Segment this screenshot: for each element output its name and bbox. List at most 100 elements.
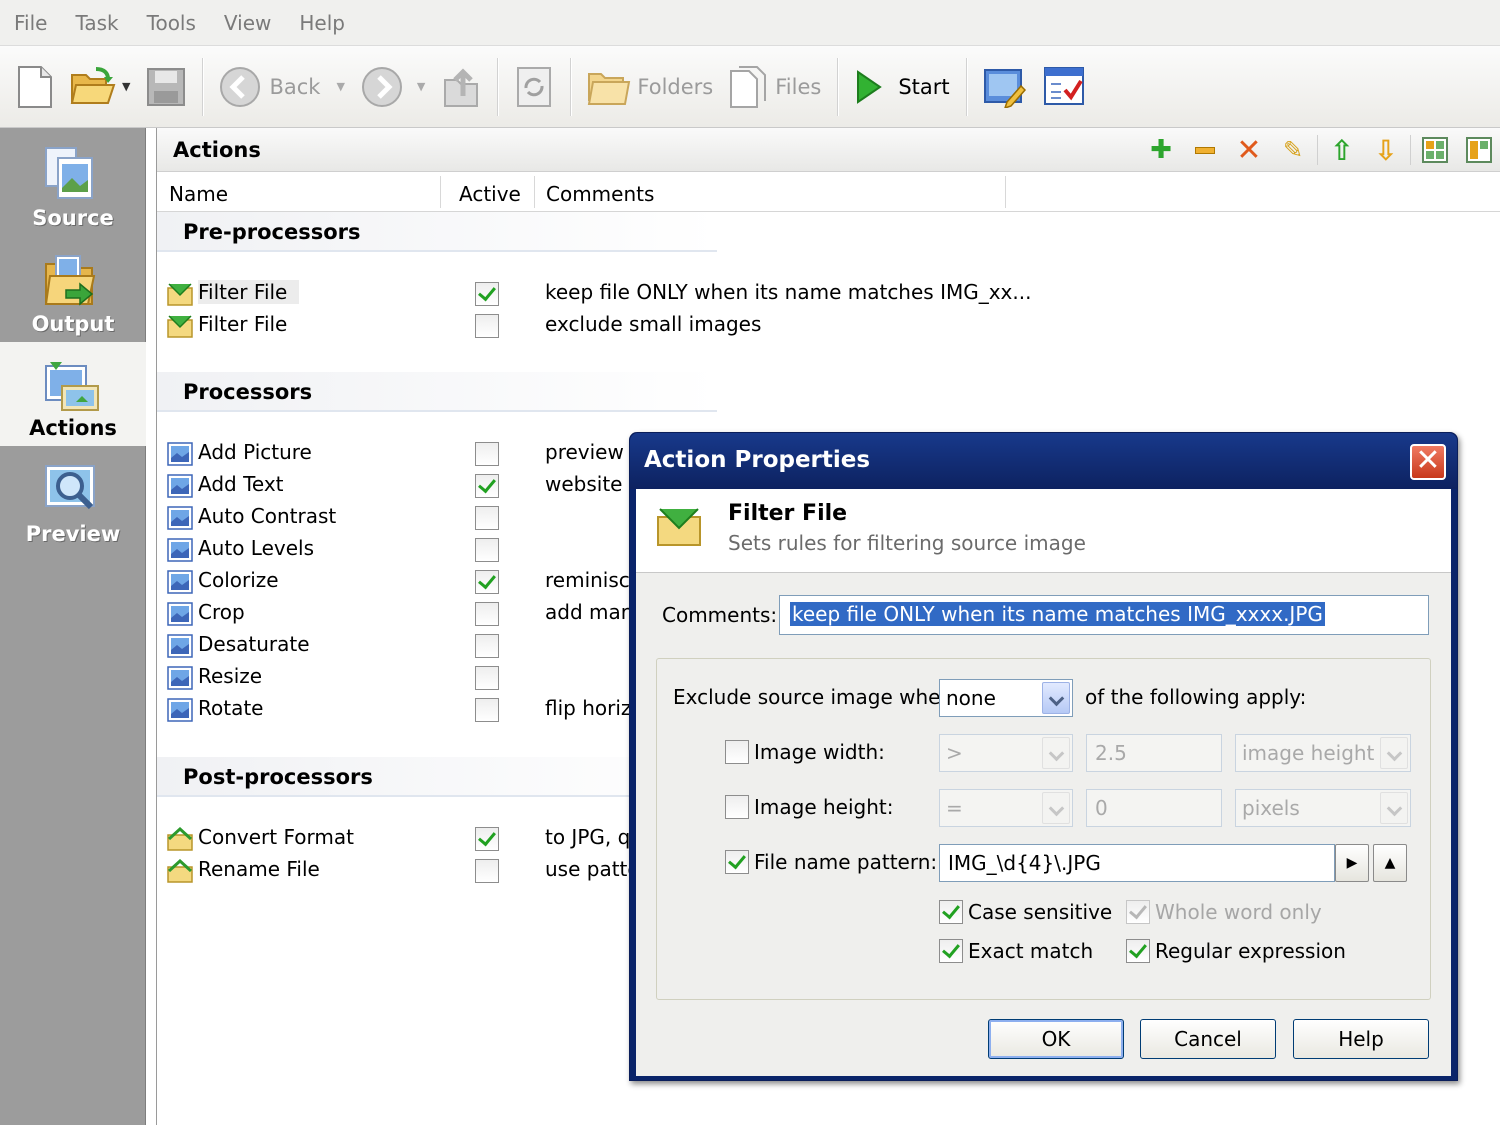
panel-toolbar: ✚ ✕ ✎ ⇧ ⇩ xyxy=(1139,133,1500,168)
row-name: Rename File xyxy=(198,857,320,881)
forward-dropdown-icon[interactable]: ▼ xyxy=(417,80,425,93)
column-divider[interactable] xyxy=(440,176,441,208)
chevron-down-icon[interactable] xyxy=(1042,682,1070,714)
dialog-titlebar[interactable]: Action Properties ✕ xyxy=(630,433,1457,489)
filter-icon xyxy=(167,315,193,338)
move-down-icon[interactable]: ⇩ xyxy=(1364,134,1408,167)
add-icon[interactable]: ✚ xyxy=(1139,134,1183,166)
active-checkbox[interactable] xyxy=(475,859,499,883)
table-row[interactable]: Filter File exclude small images xyxy=(157,310,1500,342)
edit-image-button[interactable] xyxy=(975,57,1035,117)
exclude-value: none xyxy=(946,686,996,710)
delete-icon[interactable]: ✕ xyxy=(1227,133,1271,168)
menu-help[interactable]: Help xyxy=(285,11,359,35)
column-name[interactable]: Name xyxy=(169,182,228,206)
width-operator-select[interactable]: > xyxy=(939,734,1073,772)
height-unit-select[interactable]: pixels xyxy=(1235,789,1411,827)
active-checkbox[interactable] xyxy=(475,698,499,722)
pattern-history-up-icon[interactable]: ▲ xyxy=(1373,844,1407,882)
active-checkbox[interactable] xyxy=(475,538,499,562)
file-name-pattern-checkbox[interactable] xyxy=(725,850,749,874)
row-name: Crop xyxy=(198,600,245,624)
active-checkbox[interactable] xyxy=(475,442,499,466)
folders-button[interactable]: Folders xyxy=(579,57,721,117)
regular-expression-checkbox[interactable] xyxy=(1126,939,1150,963)
active-checkbox[interactable] xyxy=(475,282,499,306)
image-height-label: Image height: xyxy=(754,795,894,819)
chevron-down-icon[interactable] xyxy=(1380,792,1408,824)
open-button[interactable]: ▼ xyxy=(62,57,138,117)
cancel-button[interactable]: Cancel xyxy=(1140,1019,1276,1059)
remove-icon[interactable] xyxy=(1183,134,1227,166)
group-title: Pre-processors xyxy=(183,220,361,244)
sidebar-item-actions[interactable]: Actions xyxy=(0,342,146,446)
new-document-icon xyxy=(18,65,52,108)
row-comment: reminisce xyxy=(545,568,643,592)
open-dropdown-icon[interactable]: ▼ xyxy=(122,80,130,93)
image-processor-icon xyxy=(167,506,193,530)
back-dropdown-icon[interactable]: ▼ xyxy=(336,80,344,93)
dialog-header-title: Filter File xyxy=(728,501,848,526)
files-button[interactable]: Files xyxy=(721,57,829,117)
move-up-icon[interactable]: ⇧ xyxy=(1320,134,1364,167)
active-checkbox[interactable] xyxy=(475,474,499,498)
chevron-down-icon[interactable] xyxy=(1042,737,1070,769)
case-sensitive-checkbox[interactable] xyxy=(939,900,963,924)
image-processor-icon xyxy=(167,474,193,498)
toolbar-separator xyxy=(497,57,499,116)
menu-task[interactable]: Task xyxy=(61,11,132,35)
group-title: Processors xyxy=(183,380,313,404)
forward-button[interactable]: ▼ xyxy=(353,57,433,117)
edit-icon[interactable]: ✎ xyxy=(1271,134,1315,166)
active-checkbox[interactable] xyxy=(475,570,499,594)
refresh-icon xyxy=(517,66,552,107)
whole-word-checkbox[interactable] xyxy=(1126,900,1150,924)
chevron-down-icon[interactable] xyxy=(1042,792,1070,824)
help-button[interactable]: Help xyxy=(1293,1019,1429,1059)
pattern-insert-arrow-icon[interactable]: ▶ xyxy=(1335,844,1369,882)
up-button[interactable] xyxy=(433,57,489,117)
ok-button[interactable]: OK xyxy=(988,1019,1124,1059)
refresh-button[interactable] xyxy=(506,57,562,117)
image-processor-icon xyxy=(167,442,193,466)
width-unit-select[interactable]: image height xyxy=(1235,734,1411,772)
column-comments[interactable]: Comments xyxy=(546,182,654,206)
new-button[interactable] xyxy=(8,57,62,117)
image-width-checkbox[interactable] xyxy=(725,740,749,764)
exclude-condition-select[interactable]: none xyxy=(939,679,1073,717)
active-checkbox[interactable] xyxy=(475,666,499,690)
column-active[interactable]: Active xyxy=(459,182,521,206)
view-icon-1[interactable] xyxy=(1413,134,1457,166)
active-checkbox[interactable] xyxy=(475,314,499,338)
menu-tools[interactable]: Tools xyxy=(133,11,210,35)
image-height-checkbox[interactable] xyxy=(725,795,749,819)
column-headers: Name Active Comments xyxy=(157,172,1500,212)
sidebar-item-preview[interactable]: Preview xyxy=(0,448,146,552)
save-button[interactable] xyxy=(138,57,194,117)
column-divider[interactable] xyxy=(1005,176,1006,208)
menu-view[interactable]: View xyxy=(210,11,285,35)
chevron-down-icon[interactable] xyxy=(1380,737,1408,769)
sidebar-item-output[interactable]: Output xyxy=(0,238,146,342)
active-checkbox[interactable] xyxy=(475,602,499,626)
active-checkbox[interactable] xyxy=(475,827,499,851)
exact-match-checkbox[interactable] xyxy=(939,939,963,963)
start-button[interactable]: Start xyxy=(846,57,957,117)
dialog-header-subtitle: Sets rules for filtering source image xyxy=(728,531,1086,555)
close-icon[interactable]: ✕ xyxy=(1410,444,1446,480)
comments-input[interactable]: keep file ONLY when its name matches IMG… xyxy=(779,595,1429,635)
view-icon-2[interactable] xyxy=(1457,134,1500,166)
height-value-input[interactable]: 0 xyxy=(1086,789,1222,827)
sidebar-item-source[interactable]: Source xyxy=(0,132,146,236)
checklist-button[interactable] xyxy=(1035,57,1095,117)
back-button[interactable]: Back ▼ xyxy=(211,57,352,117)
table-row[interactable]: Filter File keep file ONLY when its name… xyxy=(157,278,1500,310)
active-checkbox[interactable] xyxy=(475,506,499,530)
menu-file[interactable]: File xyxy=(0,11,61,35)
active-checkbox[interactable] xyxy=(475,634,499,658)
height-operator-select[interactable]: = xyxy=(939,789,1073,827)
preview-icon xyxy=(45,465,95,510)
column-divider[interactable] xyxy=(534,176,535,208)
width-value-input[interactable]: 2.5 xyxy=(1086,734,1222,772)
file-name-pattern-input[interactable]: IMG_\d{4}\.JPG xyxy=(939,844,1335,882)
